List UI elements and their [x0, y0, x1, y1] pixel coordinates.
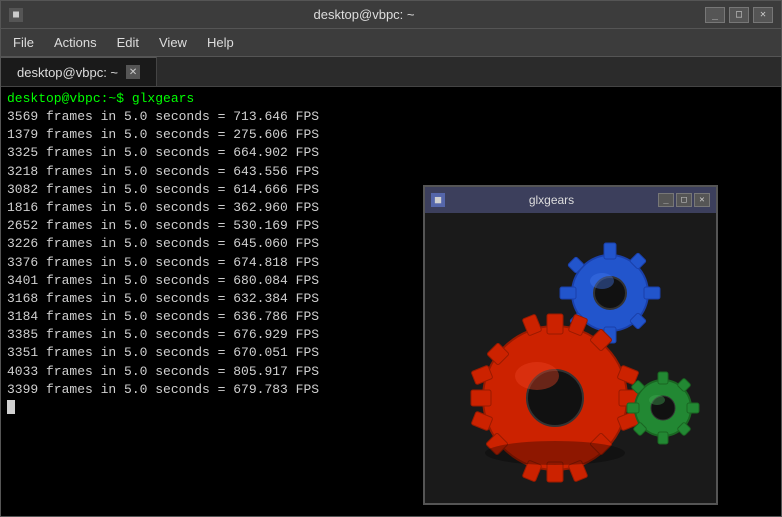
output-line-3: 3218 frames in 5.0 seconds = 643.556 FPS — [7, 163, 775, 181]
glx-minimize-button[interactable]: _ — [658, 193, 674, 207]
output-line-0: 3569 frames in 5.0 seconds = 713.646 FPS — [7, 108, 775, 126]
terminal-content[interactable]: desktop@vbpc:~$ glxgears 3569 frames in … — [1, 87, 781, 516]
glxgears-window: ■ glxgears _ □ ✕ — [423, 185, 718, 505]
terminal-tab[interactable]: desktop@vbpc: ~ ✕ — [1, 57, 157, 86]
window-icon: ■ — [9, 8, 23, 22]
menu-view[interactable]: View — [151, 33, 195, 52]
glx-window-icon: ■ — [431, 193, 445, 207]
terminal-window: ■ desktop@vbpc: ~ _ □ ✕ File Actions Edi… — [0, 0, 782, 517]
output-line-2: 3325 frames in 5.0 seconds = 664.902 FPS — [7, 144, 775, 162]
maximize-button[interactable]: □ — [729, 7, 749, 23]
menu-edit[interactable]: Edit — [109, 33, 147, 52]
menu-bar: File Actions Edit View Help — [1, 29, 781, 57]
menu-actions[interactable]: Actions — [46, 33, 105, 52]
menu-file[interactable]: File — [5, 33, 42, 52]
output-line-1: 1379 frames in 5.0 seconds = 275.606 FPS — [7, 126, 775, 144]
tab-label: desktop@vbpc: ~ — [17, 65, 118, 80]
close-button[interactable]: ✕ — [753, 7, 773, 23]
glx-content — [425, 213, 716, 503]
gears-svg — [425, 213, 716, 503]
tab-bar: desktop@vbpc: ~ ✕ — [1, 57, 781, 87]
glx-title: glxgears — [451, 193, 652, 207]
minimize-button[interactable]: _ — [705, 7, 725, 23]
title-bar-controls: _ □ ✕ — [705, 7, 773, 23]
title-bar: ■ desktop@vbpc: ~ _ □ ✕ — [1, 1, 781, 29]
glx-title-bar: ■ glxgears _ □ ✕ — [425, 187, 716, 213]
prompt-line: desktop@vbpc:~$ glxgears — [7, 91, 775, 106]
glx-controls: _ □ ✕ — [658, 193, 710, 207]
menu-help[interactable]: Help — [199, 33, 242, 52]
tab-close-button[interactable]: ✕ — [126, 65, 140, 79]
title-bar-title: desktop@vbpc: ~ — [23, 7, 705, 22]
glx-close-button[interactable]: ✕ — [694, 193, 710, 207]
glx-maximize-button[interactable]: □ — [676, 193, 692, 207]
title-bar-left: ■ — [9, 8, 23, 22]
